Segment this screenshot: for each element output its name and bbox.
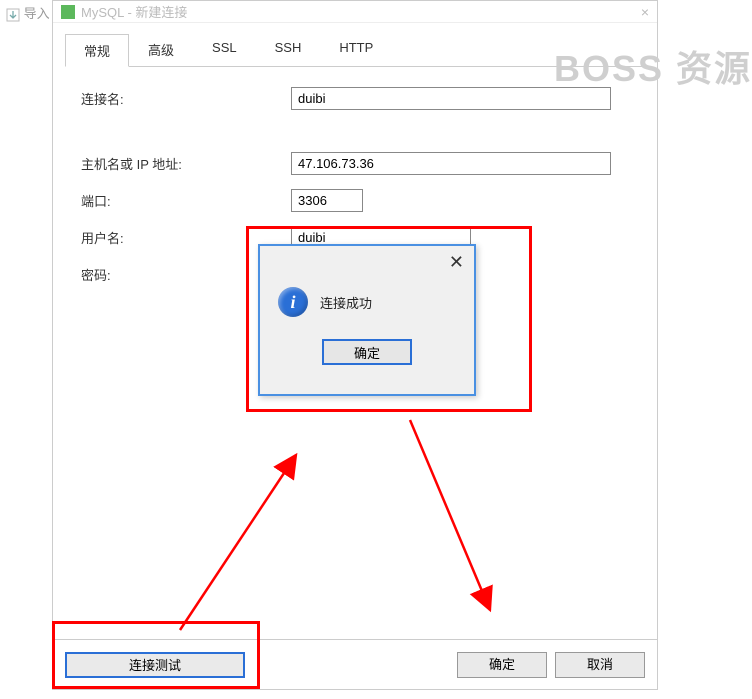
tab-general[interactable]: 常规 [65, 34, 129, 67]
tab-ssl[interactable]: SSL [193, 33, 256, 66]
port-label: 端口: [81, 191, 291, 210]
import-label: 导入 [24, 6, 50, 21]
window-title: MySQL - 新建连接 [81, 2, 187, 21]
app-icon [61, 5, 75, 19]
host-input[interactable] [291, 152, 611, 175]
title-bar: MySQL - 新建连接 × [53, 1, 657, 23]
import-icon [6, 8, 20, 22]
port-input[interactable] [291, 189, 363, 212]
conn-name-label: 连接名: [81, 89, 291, 108]
tab-advanced[interactable]: 高级 [129, 33, 193, 66]
close-icon[interactable]: ✕ [449, 252, 464, 273]
tab-bar: 常规 高级 SSL SSH HTTP [65, 33, 645, 67]
host-label: 主机名或 IP 地址: [81, 154, 291, 173]
message-ok-button[interactable]: 确定 [322, 339, 412, 365]
message-box: ✕ i 连接成功 确定 [258, 244, 476, 396]
bottom-bar: 连接测试 确定 取消 [53, 639, 657, 689]
background-import-button: 导入 [0, 0, 56, 25]
conn-name-input[interactable] [291, 87, 611, 110]
message-text: 连接成功 [320, 293, 372, 312]
test-connection-button[interactable]: 连接测试 [65, 652, 245, 678]
info-icon: i [278, 287, 308, 317]
cancel-button[interactable]: 取消 [555, 652, 645, 678]
close-icon[interactable]: × [641, 4, 649, 20]
tab-ssh[interactable]: SSH [256, 33, 321, 66]
ok-button[interactable]: 确定 [457, 652, 547, 678]
tab-http[interactable]: HTTP [320, 33, 392, 66]
